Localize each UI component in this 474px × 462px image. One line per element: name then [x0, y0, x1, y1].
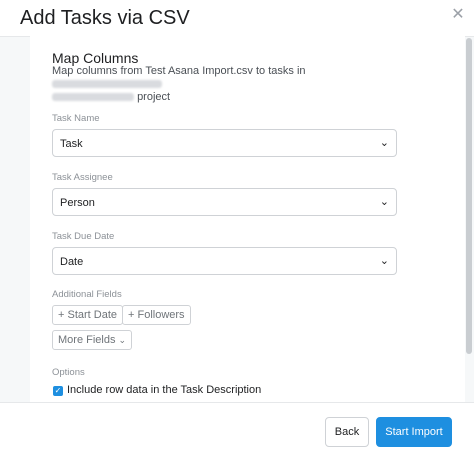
add-start-date-button[interactable]: + Start Date: [52, 305, 124, 325]
redacted-project-name-2: [52, 93, 134, 102]
task-name-select[interactable]: Task ⌄: [52, 129, 397, 157]
task-assignee-value: Person: [60, 197, 95, 209]
task-assignee-label: Task Assignee: [52, 172, 113, 183]
more-fields-dropdown[interactable]: More Fields ⌄: [52, 330, 133, 350]
task-due-date-value: Date: [60, 256, 84, 268]
modal-header: Add Tasks via CSV ✕: [0, 0, 474, 36]
close-icon[interactable]: ✕: [449, 6, 467, 24]
chevron-down-icon: ⌄: [379, 137, 389, 149]
include-row-data-checkbox[interactable]: ✓: [53, 386, 63, 396]
additional-fields-label: Additional Fields: [52, 289, 122, 300]
task-due-date-select[interactable]: Date ⌄: [52, 247, 397, 275]
task-name-label: Task Name: [52, 113, 100, 124]
add-followers-button[interactable]: + Followers: [122, 305, 191, 325]
section-title: Map Columns: [52, 50, 139, 66]
include-row-data-label: Include row data in the Task Description: [67, 384, 262, 396]
chevron-down-icon: ⌄: [379, 255, 389, 267]
start-import-button[interactable]: Start Import: [376, 417, 452, 447]
more-fields-label: More Fields: [58, 334, 116, 346]
section-description: Map columns from Test Asana Import.csv t…: [52, 65, 397, 104]
description-suffix: project: [137, 91, 171, 103]
back-button[interactable]: Back: [325, 417, 369, 447]
task-name-value: Task: [60, 138, 83, 150]
task-due-date-label: Task Due Date: [52, 231, 115, 242]
redacted-project-name: [52, 80, 162, 89]
chevron-down-icon: ⌄: [118, 335, 127, 345]
chevron-down-icon: ⌄: [379, 196, 389, 208]
options-label: Options: [52, 367, 85, 378]
scrollbar[interactable]: [466, 38, 472, 354]
description-prefix: Map columns from Test Asana Import.csv t…: [52, 65, 306, 77]
task-assignee-select[interactable]: Person ⌄: [52, 188, 397, 216]
modal-title: Add Tasks via CSV: [20, 7, 190, 29]
